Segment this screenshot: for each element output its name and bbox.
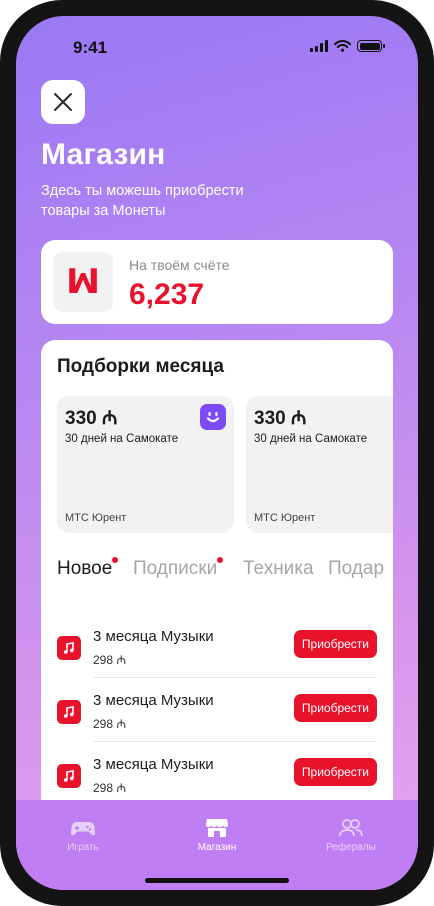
tab-electronics[interactable]: Техника — [243, 558, 314, 580]
balance-value: 6,237 — [129, 278, 205, 311]
status-bar: 9:41 — [16, 16, 418, 76]
product-row: 3 месяца Музыки 298 ₼ Приобрести — [57, 742, 377, 806]
tab-gifts[interactable]: Подар — [328, 558, 384, 580]
picks-title: Подборки месяца — [57, 356, 224, 377]
promo-description: 30 дней на Самокате — [65, 433, 179, 445]
status-icons — [310, 40, 385, 52]
balance-card: ꟽ На твоём счёте 6,237 — [41, 240, 393, 324]
product-row: 3 месяца Музыки 298 ₼ Приобрести — [57, 678, 377, 742]
status-time: 9:41 — [73, 38, 108, 57]
music-note-icon — [57, 636, 81, 660]
samokat-logo-icon — [200, 404, 226, 430]
balance-label: На твоём счёте — [129, 257, 230, 273]
page-title: Магазин — [41, 138, 166, 171]
coin-m-icon: ꟽ — [53, 252, 113, 312]
nav-play[interactable]: Играть — [38, 818, 128, 853]
music-note-icon — [57, 700, 81, 724]
buy-button[interactable]: Приобрести — [293, 758, 377, 786]
app-screen: 9:41 Магазин Здесь ты можешь приобрести … — [16, 16, 418, 890]
nav-referrals[interactable]: Рефералы — [306, 818, 396, 853]
nav-label: Играть — [67, 842, 99, 853]
product-price: 298 ₼ — [93, 781, 127, 795]
product-name: 3 месяца Музыки — [93, 756, 214, 773]
promo-partner: МТС Юрент — [254, 512, 316, 524]
tab-new[interactable]: Новое — [57, 557, 119, 580]
buy-button[interactable]: Приобрести — [293, 694, 377, 722]
battery-icon — [357, 40, 385, 52]
product-price: 298 ₼ — [93, 717, 127, 731]
shop-sheet: Подборки месяца 330 ₼ 30 дней на Самокат… — [41, 340, 393, 810]
gamepad-icon — [71, 822, 95, 836]
page-subtitle: Здесь ты можешь приобрести товары за Мон… — [41, 183, 244, 219]
home-indicator[interactable] — [145, 878, 289, 883]
nav-label: Рефералы — [326, 842, 376, 853]
product-price: 298 ₼ — [93, 653, 127, 667]
music-note-icon — [57, 764, 81, 788]
close-icon — [54, 93, 72, 111]
wifi-icon — [334, 40, 351, 52]
buy-button[interactable]: Приобрести — [293, 630, 377, 658]
tab-subscriptions[interactable]: Подписки — [133, 557, 224, 580]
store-icon — [206, 819, 228, 837]
new-indicator-dot — [217, 557, 224, 563]
signal-icon — [310, 40, 328, 52]
promo-description: 30 дней на Самокате — [254, 433, 368, 445]
nav-label: Магазин — [197, 842, 237, 853]
promo-card[interactable]: 330 ₼ 30 дней на Самокате МТС Юрент — [246, 396, 393, 533]
new-indicator-dot — [112, 557, 119, 563]
product-row: 3 месяца Музыки 298 ₼ Приобрести — [57, 614, 377, 678]
product-name: 3 месяца Музыки — [93, 628, 214, 645]
nav-store[interactable]: Магазин — [172, 818, 262, 853]
close-button[interactable] — [41, 80, 85, 124]
bottom-tab-bar: Играть Магазин Рефералы — [16, 800, 418, 890]
product-name: 3 месяца Музыки — [93, 692, 214, 709]
promo-price: 330 ₼ — [65, 408, 118, 429]
people-icon — [339, 819, 363, 837]
phone-frame: 9:41 Магазин Здесь ты можешь приобрести … — [0, 0, 434, 906]
promo-partner: МТС Юрент — [65, 512, 127, 524]
promo-price: 330 ₼ — [254, 408, 307, 429]
promo-card[interactable]: 330 ₼ 30 дней на Самокате МТС Юрент — [57, 396, 234, 533]
